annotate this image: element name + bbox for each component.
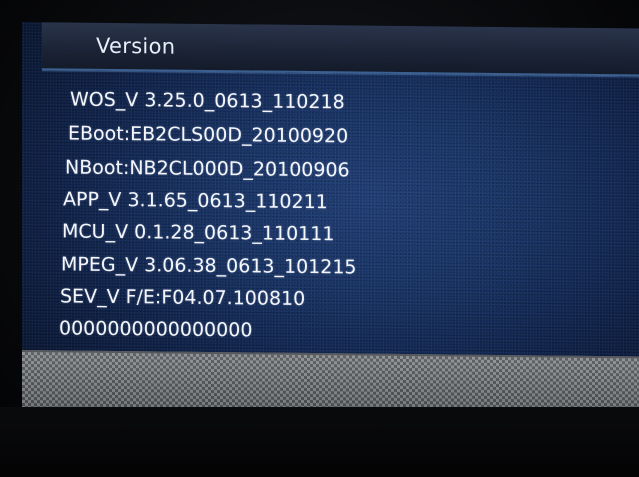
device-frame: Version WOS_V 3.25.0_0613_110218 EBoot:E…	[0, 0, 639, 477]
version-line-nboot: NBoot:NB2CL000D_20100906	[65, 156, 350, 182]
version-line-mcu: MCU_V 0.1.28_0613_110111	[62, 220, 335, 246]
footer-band	[22, 350, 639, 414]
version-line-app: APP_V 3.1.65_0613_110211	[63, 188, 328, 214]
version-line-mpeg: MPEG_V 3.06.38_0613_101215	[61, 253, 357, 279]
display-screen: Version WOS_V 3.25.0_0613_110218 EBoot:E…	[22, 22, 639, 414]
version-line-eboot: EBoot:EB2CLS00D_20100920	[68, 122, 349, 148]
version-line-sev: SEV_V F/E:F04.07.100810	[60, 285, 306, 310]
version-line-serial: 0000000000000000	[59, 317, 253, 342]
bottom-bezel	[0, 407, 639, 477]
version-line-wos: WOS_V 3.25.0_0613_110218	[70, 88, 345, 114]
